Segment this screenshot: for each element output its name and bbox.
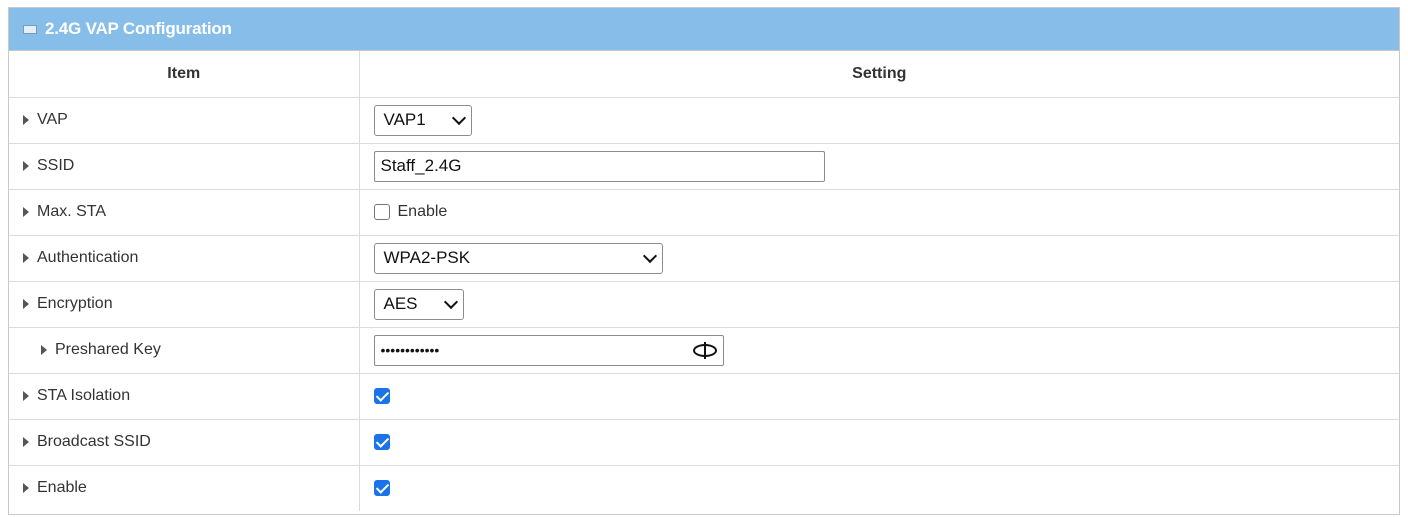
chevron-down-icon	[451, 110, 466, 125]
column-header-setting: Setting	[359, 51, 1399, 98]
settings-table: Item Setting VAP VAP1 SSID Staff_2.4G Ma…	[9, 51, 1399, 511]
row-bullet-icon	[23, 483, 29, 494]
row-label-ssid: SSID	[37, 156, 75, 174]
row-bullet-icon	[23, 206, 29, 217]
row-authentication: Authentication WPA2-PSK	[9, 235, 1399, 282]
row-encryption: Encryption AES	[9, 281, 1399, 328]
row-label-sta-isolation: STA Isolation	[37, 386, 131, 404]
row-sta-isolation: STA Isolation	[9, 373, 1399, 420]
ssid-input[interactable]: Staff_2.4G	[373, 150, 825, 182]
row-broadcast-ssid: Broadcast SSID	[9, 419, 1399, 466]
enable-checkbox[interactable]	[373, 480, 390, 497]
row-ssid: SSID Staff_2.4G	[9, 143, 1399, 190]
chevron-down-icon	[443, 294, 458, 309]
chevron-down-icon	[642, 248, 657, 263]
row-bullet-icon	[23, 252, 29, 263]
row-bullet-icon	[41, 344, 47, 355]
row-max-sta: Max. STA Enable	[9, 189, 1399, 236]
show-password-icon[interactable]	[692, 341, 717, 359]
window-icon	[23, 24, 37, 34]
row-enable: Enable	[9, 465, 1399, 511]
authentication-select[interactable]: WPA2-PSK	[373, 242, 663, 274]
max-sta-enable-label: Enable	[397, 202, 448, 220]
row-label-vap: VAP	[37, 110, 68, 128]
row-bullet-icon	[23, 114, 29, 125]
column-header-item: Item	[9, 51, 360, 98]
row-bullet-icon	[23, 298, 29, 309]
row-bullet-icon	[23, 390, 29, 401]
vap-select[interactable]: VAP1	[373, 104, 472, 136]
preshared-key-input[interactable]: ••••••••••••	[373, 334, 724, 366]
row-label-authentication: Authentication	[37, 248, 139, 266]
row-label-max-sta: Max. STA	[37, 202, 107, 220]
row-preshared-key: Preshared Key ••••••••••••	[9, 327, 1399, 374]
sta-isolation-checkbox[interactable]	[373, 387, 390, 404]
row-bullet-icon	[23, 160, 29, 171]
encryption-select[interactable]: AES	[373, 288, 464, 320]
row-label-enable: Enable	[37, 479, 87, 497]
panel-title: 2.4G VAP Configuration	[45, 19, 232, 38]
row-label-preshared-key: Preshared Key	[55, 340, 161, 358]
row-label-broadcast-ssid: Broadcast SSID	[37, 432, 151, 450]
panel-titlebar: 2.4G VAP Configuration	[9, 8, 1399, 51]
row-vap: VAP VAP1	[9, 97, 1399, 144]
row-bullet-icon	[23, 436, 29, 447]
vap-config-panel: 2.4G VAP Configuration Item Setting VAP …	[8, 7, 1400, 515]
password-mask: ••••••••••••	[380, 342, 440, 358]
max-sta-enable-checkbox[interactable]	[373, 203, 390, 220]
broadcast-ssid-checkbox[interactable]	[373, 433, 390, 450]
row-label-encryption: Encryption	[37, 294, 113, 312]
